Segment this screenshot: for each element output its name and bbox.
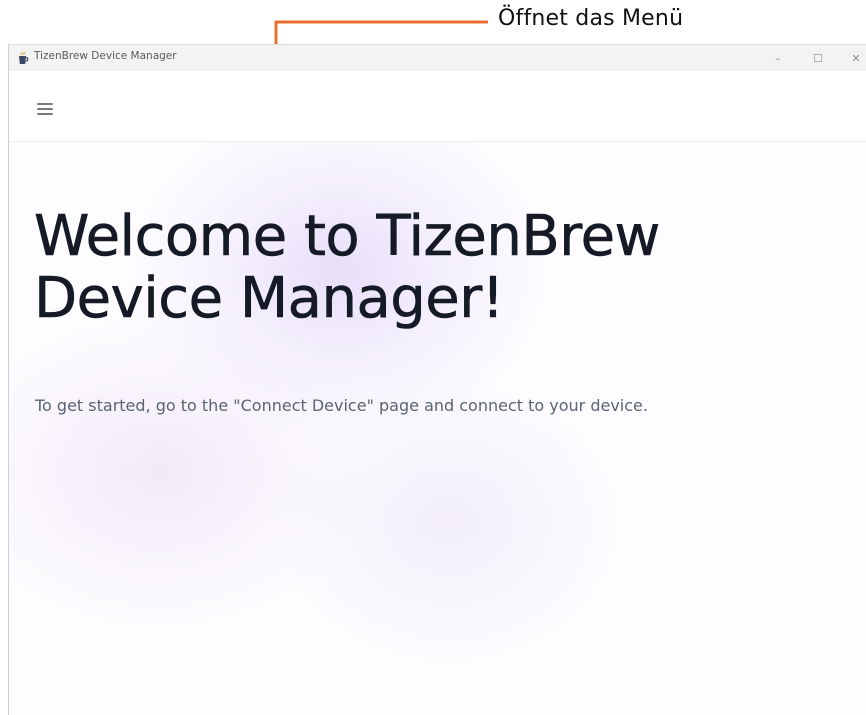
title-bar[interactable]: TizenBrew Device Manager – ☐ ✕: [9, 45, 866, 71]
app-logo-icon: [19, 51, 29, 64]
app-window: TizenBrew Device Manager – ☐ ✕ Welcome t…: [8, 44, 866, 715]
background-glow: [269, 372, 629, 672]
minimize-button[interactable]: –: [761, 45, 795, 71]
window-title: TizenBrew Device Manager: [34, 50, 177, 62]
hamburger-line: [37, 108, 53, 110]
hamburger-line: [37, 113, 53, 115]
maximize-button[interactable]: ☐: [801, 45, 835, 71]
close-button[interactable]: ✕: [839, 45, 866, 71]
hamburger-line: [37, 103, 53, 105]
hamburger-menu-icon[interactable]: [35, 101, 55, 117]
annotation-label: Öffnet das Menü: [498, 6, 684, 31]
page-subtitle: To get started, go to the "Connect Devic…: [35, 396, 648, 415]
page-title: Welcome to TizenBrew Device Manager!: [34, 204, 661, 331]
page: Öffnet das Menü TizenBrew Device Manager…: [0, 0, 866, 715]
main-content: Welcome to TizenBrew Device Manager! To …: [9, 142, 866, 715]
app-header: [9, 71, 866, 142]
